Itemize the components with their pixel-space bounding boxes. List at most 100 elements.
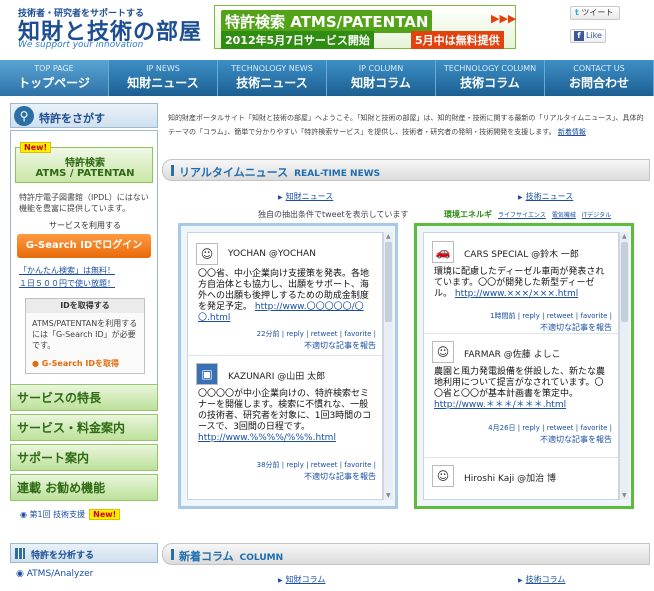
nav-ip-column[interactable]: IP COLUMN 知財コラム [327, 60, 436, 96]
report-link[interactable]: 不適切な記事を報告 [540, 322, 612, 333]
whats-new-link[interactable]: 新着情報 [558, 128, 586, 136]
tweet-item: ☺ FARMAR @佐藤 よしこ 農園と風力発電設備を併設した、新たな農地利用に… [430, 339, 616, 457]
get-id-link[interactable]: ● G-Search IDを取得 [32, 358, 119, 369]
tweet-actions[interactable]: 1時間前 | reply | retweet | favorite | [490, 311, 612, 321]
tweet-link[interactable]: http://www.＊＊＊/＊＊＊.html [434, 400, 566, 410]
use-service-label: サービスを利用する [49, 221, 121, 230]
sidebar: ⚲ 特許をさがす New! 特許検索 ATMS / PATENTAN 特許庁電子… [10, 103, 158, 591]
nav-technology-column[interactable]: TECHNOLOGY COLUMN 技術コラム [436, 60, 545, 96]
scroll-up-icon[interactable]: ▲ [622, 233, 627, 240]
nav-jp-label: トップページ [18, 76, 90, 90]
atms-analyzer-link[interactable]: ◉ ATMS/Analyzer [16, 569, 93, 579]
tab-life-science[interactable]: ライフサイエンス [498, 212, 546, 219]
banner-date: 2012年5月7日サービス開始 [221, 31, 374, 49]
nav-ip-news[interactable]: IP NEWS 知財ニュース [109, 60, 218, 96]
banner-title: 特許検索 ATMS/PATENTAN [221, 10, 433, 33]
scrollbar[interactable]: ▲ ▼ [383, 232, 393, 500]
like-label: Like [586, 31, 602, 40]
menu-pricing[interactable]: サービス・料金案内 [10, 414, 158, 441]
tab-environment-energy[interactable]: 環境エネルギ [444, 210, 492, 219]
nav-top-page[interactable]: TOP PAGE トップページ [0, 60, 109, 96]
scroll-down-icon[interactable]: ▼ [386, 492, 391, 499]
report-link[interactable]: 不適切な記事を報告 [304, 471, 376, 482]
tweet-link[interactable]: http://www.%%%%/%%%.html [198, 433, 336, 443]
section-bar [171, 165, 174, 176]
tweet-actions[interactable]: 38分前 | reply | retweet | favorite | [257, 460, 376, 470]
analyze-patents-title: 特許を分析する [31, 551, 95, 561]
tweet-actions[interactable]: 4月26日 | reply | retweet | favorite | [488, 423, 612, 433]
tweet-item: 🚗 CARS SPECIAL @鈴木 一郎 環境に配慮したディーゼル車両が発表さ… [430, 239, 616, 339]
get-id-box: IDを取得する ATMS/PATENTANを利用するには「G-Search ID… [25, 298, 145, 374]
nav-contact-us[interactable]: CONTACT US お問合わせ [545, 60, 654, 96]
section-bar [171, 549, 174, 560]
search-patents-title: 特許をさがす [39, 112, 105, 125]
tweet-author[interactable]: YOCHAN @YOCHAN [228, 249, 316, 259]
facebook-icon: f [574, 31, 584, 41]
tweet-item: ▣ KAZUNARI @山田 太郎 〇〇〇〇が中小企業向けの、特許検索セミナーを… [194, 361, 380, 497]
divider [424, 333, 618, 334]
search-patents-header: ⚲ 特許をさがす [10, 103, 158, 128]
nav-en-label: TECHNOLOGY COLUMN [443, 64, 537, 73]
patentan-banner[interactable]: 特許検索 ATMS/PATENTAN ▶▶▶ 2012年5月7日サービス開始 5… [214, 5, 516, 49]
nav-jp-label: 知財コラム [351, 76, 411, 90]
search-service-box: New! 特許検索 ATMS / PATENTAN 特許庁電子図書館（IPDL）… [10, 130, 158, 388]
column-jp: 新着コラム [179, 550, 234, 563]
support-article-link: 第1回 技術支援 [29, 510, 86, 519]
tweet-item: ☺ Hiroshi Kaji @加治 博 [430, 463, 616, 499]
tweet-link[interactable]: http://www.×××/×××.html [455, 289, 578, 299]
ip-news-link[interactable]: 知財ニュース [278, 191, 334, 202]
menu-support[interactable]: サポート案内 [10, 444, 158, 471]
free-search-link[interactable]: 「かんたん検索」は無料！ [19, 265, 115, 276]
report-link[interactable]: 不適切な記事を報告 [540, 434, 612, 445]
tab-it-digital[interactable]: ITデジタル [582, 212, 611, 219]
tab-electric-machinery[interactable]: 電気機械 [552, 212, 576, 219]
menu-recommended-features[interactable]: 連載 お勧め機能 [10, 474, 158, 501]
scroll-down-icon[interactable]: ▼ [622, 492, 627, 499]
tweet-list: ☺ YOCHAN @YOCHAN 〇〇省、中小企業向け支援策を発表。各地方自治体… [187, 232, 383, 500]
logo-subtitle: We support your innovation [18, 40, 144, 50]
tweet-actions[interactable]: 22分前 | reply | retweet | favorite | [257, 329, 376, 339]
tweet-filter-note: 独自の抽出条件でtweetを表示しています [258, 210, 409, 219]
person-icon: ☺ [432, 465, 454, 487]
report-link[interactable]: 不適切な記事を報告 [304, 340, 376, 351]
realtime-news-header: リアルタイムニュース REAL-TIME NEWS [162, 159, 650, 181]
main-content: 知的財産ポータルサイト「知財と技術の部屋」へようこそ。「知財と技術の部屋」は、知… [162, 103, 654, 591]
tweet-author[interactable]: CARS SPECIAL @鈴木 一郎 [464, 247, 579, 260]
small-link-row[interactable]: ◉ 第1回 技術支援 New! [20, 509, 121, 520]
search-icon: ⚲ [14, 106, 34, 126]
tweet-button[interactable]: t ツイート [570, 6, 620, 20]
get-id-description: ATMS/PATENTANを利用するには「G-Search ID」が必要です。 [32, 319, 138, 350]
nav-technology-news[interactable]: TECHNOLOGY NEWS 技術ニュース [218, 60, 327, 96]
bar-chart-icon [15, 548, 25, 559]
gsearch-login-button[interactable]: G-Search IDでログイン [17, 234, 151, 258]
tweet-author[interactable]: Hiroshi Kaji @加治 博 [464, 471, 556, 484]
tweet-list: 🚗 CARS SPECIAL @鈴木 一郎 環境に配慮したディーゼル車両が発表さ… [423, 232, 619, 500]
bullet-icon: ● [32, 359, 42, 368]
atms-title: 特許検索 [65, 158, 105, 169]
atms-patentan-box[interactable]: New! 特許検索 ATMS / PATENTAN [15, 142, 153, 183]
scrollbar[interactable]: ▲ ▼ [619, 232, 629, 500]
tech-column-link[interactable]: 技術コラム [518, 574, 566, 585]
daily-plan-link[interactable]: １日５００円で使い放題！ [19, 278, 115, 289]
get-id-title: IDを取得する [26, 299, 144, 313]
tech-news-feed-panel: 🚗 CARS SPECIAL @鈴木 一郎 環境に配慮したディーゼル車両が発表さ… [414, 223, 634, 509]
scroll-up-icon[interactable]: ▲ [386, 233, 391, 240]
menu-service-features[interactable]: サービスの特長 [10, 384, 158, 411]
tech-news-link[interactable]: 技術ニュース [518, 191, 574, 202]
nav-jp-label: お問合わせ [568, 76, 629, 90]
nav-en-label: IP COLUMN [358, 64, 404, 73]
tweet-author[interactable]: KAZUNARI @山田 太郎 [228, 369, 325, 382]
arrow-icon: ◉ [20, 510, 30, 519]
facebook-like-button[interactable]: f Like [570, 29, 606, 43]
atms-subtitle: ATMS / PATENTAN [35, 168, 135, 179]
tweet-text: 〇〇省、中小企業向け支援策を発表。各地方自治体とも協力し、出願をサポート、海外へ… [198, 269, 376, 324]
tweet-author[interactable]: FARMAR @佐藤 よしこ [464, 347, 561, 360]
column-header: 新着コラム COLUMN [162, 543, 650, 565]
scroll-thumb[interactable] [621, 242, 628, 322]
analyze-patents-header: 特許を分析する [10, 543, 158, 563]
scroll-thumb[interactable] [385, 242, 392, 322]
atms-description: 特許庁電子図書館（IPDL）にはない機能を豊富に提供しています。 [19, 193, 149, 213]
bullet-icon: ◉ [16, 569, 27, 579]
realtime-news-title: リアルタイムニュース REAL-TIME NEWS [179, 164, 380, 180]
ip-column-link[interactable]: 知財コラム [278, 574, 326, 585]
